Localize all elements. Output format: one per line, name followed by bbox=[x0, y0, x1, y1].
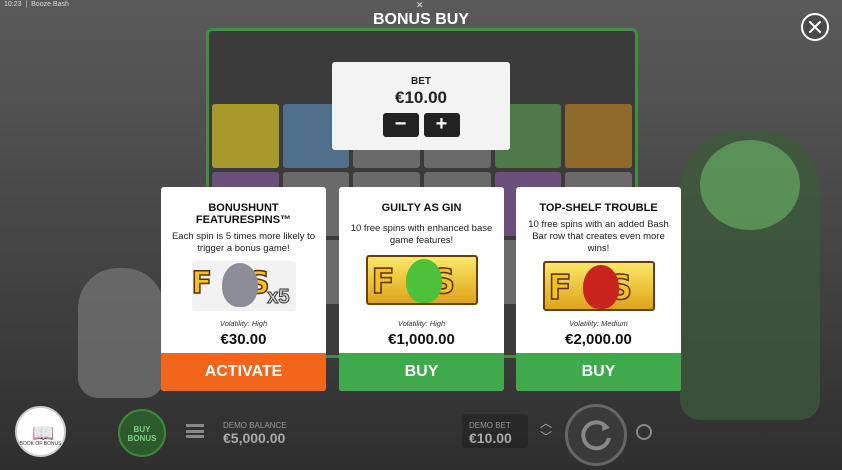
top-close-icon[interactable]: ✕ bbox=[416, 0, 424, 11]
green-devil-face-icon bbox=[405, 259, 442, 303]
card-description: 10 free spins with enhanced base game fe… bbox=[350, 223, 493, 246]
demo-balance-label: DEMO BALANCE bbox=[223, 421, 287, 430]
free-spins-red-artwork: FS bbox=[542, 261, 655, 311]
decrease-bet-button[interactable]: − bbox=[382, 113, 419, 137]
activate-button[interactable]: ACTIVATE bbox=[161, 353, 326, 391]
book-of-bonus-button[interactable]: 📖 BOOK OF BONUS bbox=[15, 406, 66, 457]
card-description: Each spin is 5 times more likely to trig… bbox=[171, 231, 316, 254]
buy-bonus-button[interactable]: BUY BONUS bbox=[118, 409, 166, 457]
reel-symbol bbox=[565, 104, 632, 168]
green-devil-bartender-character bbox=[680, 130, 820, 420]
demo-bet-value: €10.00 bbox=[469, 430, 512, 446]
bartender-head bbox=[700, 140, 800, 230]
bet-adjust-arrows[interactable]: ︿ ﹀ bbox=[540, 416, 552, 444]
free-spins-green-artwork: FS bbox=[365, 255, 478, 305]
card-title: BONUSHUNT FEATURESPINS™ bbox=[161, 202, 326, 226]
card-title: GUILTY AS GIN bbox=[339, 202, 504, 214]
status-bar: 10:23 | Booze Bash bbox=[4, 1, 69, 8]
card-volatility: Volatility: High bbox=[397, 319, 446, 328]
close-button[interactable] bbox=[801, 13, 829, 41]
bet-value: €10.00 bbox=[395, 88, 447, 107]
featurespins-x5-artwork: FS x5 bbox=[191, 261, 296, 311]
status-app-title: Booze Bash bbox=[31, 1, 69, 8]
card-title-line1: BONUSHUNT bbox=[208, 202, 279, 214]
status-time: 10:23 bbox=[4, 1, 22, 8]
buy-button-top-shelf-trouble[interactable]: BUY bbox=[516, 353, 681, 391]
card-volatility: Volatility: High bbox=[219, 319, 268, 328]
red-devil-face-icon bbox=[582, 265, 619, 309]
menu-icon[interactable] bbox=[186, 424, 204, 438]
reel-symbol bbox=[212, 104, 279, 168]
card-price: €2,000.00 bbox=[565, 331, 632, 348]
book-of-bonus-label: BOOK OF BONUS bbox=[19, 441, 62, 447]
increase-bet-button[interactable]: + bbox=[423, 113, 460, 137]
chevron-down-icon[interactable]: ﹀ bbox=[540, 430, 552, 444]
card-price: €30.00 bbox=[220, 331, 267, 348]
demo-balance-value: €5,000.00 bbox=[223, 430, 286, 446]
bonus-card-guilty-as-gin: GUILTY AS GIN 10 free spins with enhance… bbox=[339, 187, 504, 391]
grey-devil-face-icon bbox=[221, 263, 258, 307]
close-icon bbox=[809, 21, 821, 33]
chevron-up-icon[interactable]: ︿ bbox=[540, 416, 552, 430]
demo-bet-label: DEMO BET bbox=[469, 421, 511, 430]
bet-label: BET bbox=[411, 76, 431, 87]
spin-icon bbox=[581, 420, 611, 451]
bonus-card-top-shelf-trouble: TOP-SHELF TROUBLE 10 free spins with an … bbox=[516, 187, 681, 391]
card-title-line2: FEATURESPINS™ bbox=[195, 214, 292, 226]
card-description: 10 free spins with an added Bash Bar row… bbox=[528, 219, 669, 254]
multiplier-badge: x5 bbox=[267, 286, 290, 309]
card-title-line1: TOP-SHELF TROUBLE bbox=[539, 202, 658, 214]
card-title-line1: GUILTY AS GIN bbox=[381, 202, 462, 214]
card-volatility: Volatility: Medium bbox=[569, 319, 628, 328]
page-title: BONUS BUY bbox=[372, 11, 469, 28]
bonus-card-bonushunt: BONUSHUNT FEATURESPINS™ Each spin is 5 t… bbox=[161, 187, 326, 391]
gin-glass-character bbox=[78, 268, 164, 398]
card-title: TOP-SHELF TROUBLE bbox=[516, 202, 681, 214]
spin-button[interactable] bbox=[565, 404, 627, 466]
autoplay-icon[interactable] bbox=[636, 424, 652, 440]
card-price: €1,000.00 bbox=[388, 331, 455, 348]
buy-button-guilty-as-gin[interactable]: BUY bbox=[339, 353, 504, 391]
bet-panel: BET €10.00 − + bbox=[332, 62, 510, 150]
